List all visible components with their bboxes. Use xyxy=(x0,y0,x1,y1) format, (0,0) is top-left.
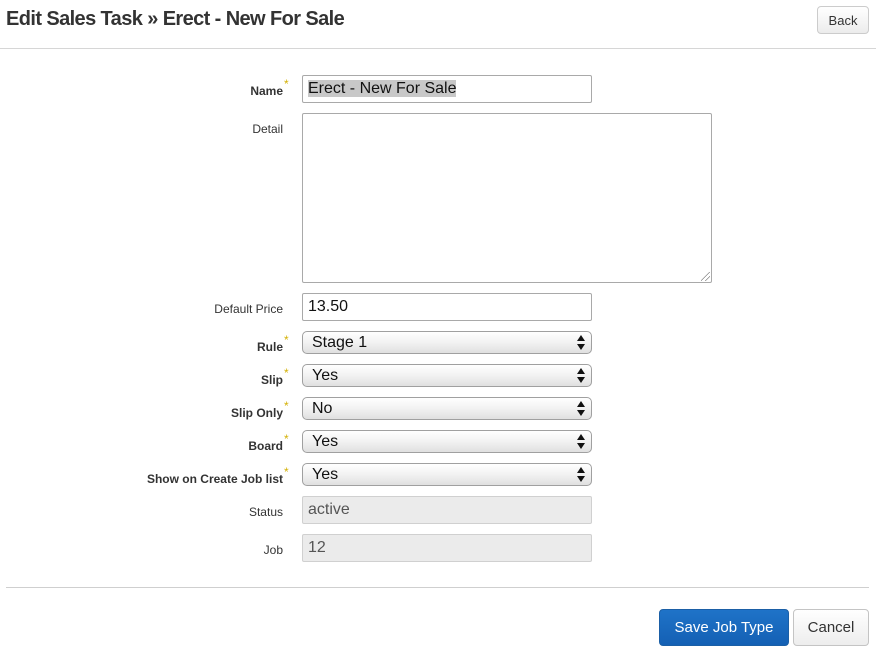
back-button[interactable]: Back xyxy=(817,6,869,34)
slip-only-select-value: No xyxy=(312,400,333,417)
show-on-create-job-list-select[interactable]: Yes xyxy=(302,463,592,486)
slip-only-select[interactable]: No xyxy=(302,397,592,420)
save-job-type-button[interactable]: Save Job Type xyxy=(659,609,789,646)
show-on-create-job-list-select-value: Yes xyxy=(312,466,339,483)
footer-divider xyxy=(6,587,869,588)
board-select[interactable]: Yes xyxy=(302,430,592,453)
board-required-marker: * xyxy=(284,432,289,446)
board-label: Board xyxy=(248,439,283,453)
name-input-value: Erect - New For Sale xyxy=(308,80,457,97)
cancel-button[interactable]: Cancel xyxy=(793,609,869,646)
show-on-create-job-list-required-marker: * xyxy=(284,465,289,479)
slip-required-marker: * xyxy=(284,366,289,380)
board-select-value: Yes xyxy=(312,433,339,450)
job-field: 12 xyxy=(302,534,592,562)
slip-select-value: Yes xyxy=(312,367,339,384)
rule-required-marker: * xyxy=(284,333,289,347)
show-on-create-job-list-label: Show on Create Job list xyxy=(146,472,283,486)
up-down-arrows-icon xyxy=(577,467,585,482)
default-price-value: 13.50 xyxy=(308,298,349,315)
up-down-arrows-icon xyxy=(577,434,585,449)
default-price-label: Default Price xyxy=(214,302,283,316)
name-required-marker: * xyxy=(284,77,289,91)
name-label: Name xyxy=(250,84,283,98)
rule-label: Rule xyxy=(256,340,283,354)
slip-only-label: Slip Only xyxy=(230,406,283,420)
status-label: Status xyxy=(248,505,283,519)
up-down-arrows-icon xyxy=(577,401,585,416)
status-value: active xyxy=(308,501,350,518)
job-label: Job xyxy=(263,543,283,557)
resize-grip-icon[interactable] xyxy=(701,272,710,281)
up-down-arrows-icon xyxy=(577,368,585,383)
default-price-input[interactable]: 13.50 xyxy=(302,293,592,321)
detail-textarea[interactable] xyxy=(302,113,712,283)
rule-select[interactable]: Stage 1 xyxy=(302,331,592,354)
rule-select-value: Stage 1 xyxy=(312,334,368,351)
header-divider xyxy=(0,48,876,49)
detail-label: Detail xyxy=(252,122,283,136)
up-down-arrows-icon xyxy=(577,335,585,350)
slip-select[interactable]: Yes xyxy=(302,364,592,387)
status-field: active xyxy=(302,496,592,524)
slip-label: Slip xyxy=(260,373,283,387)
name-input[interactable]: Erect - New For Sale xyxy=(302,75,592,103)
page-title: Edit Sales Task » Erect - New For Sale xyxy=(6,8,345,30)
job-value: 12 xyxy=(308,539,326,556)
slip-only-required-marker: * xyxy=(284,399,289,413)
